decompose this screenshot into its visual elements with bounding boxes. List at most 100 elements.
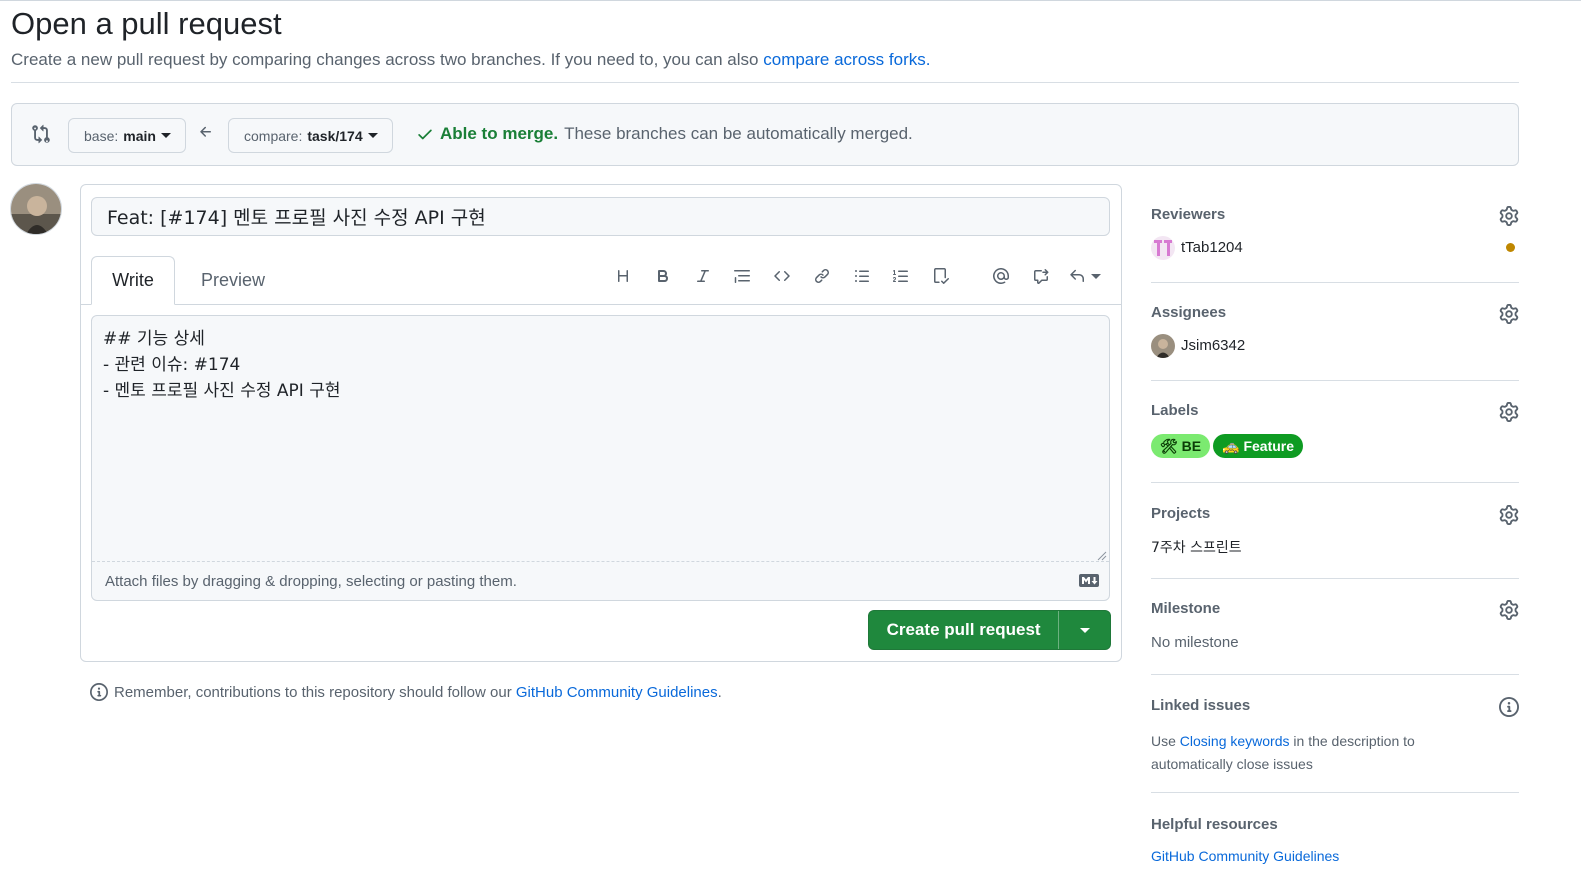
heading-icon[interactable] xyxy=(611,264,635,288)
closing-keywords-link[interactable]: Closing keywords xyxy=(1180,733,1290,749)
tasklist-icon[interactable] xyxy=(929,264,953,288)
label-be[interactable]: 🛠 BE xyxy=(1151,434,1211,458)
info-icon[interactable] xyxy=(1499,697,1519,722)
compare-value: task/174 xyxy=(307,127,363,144)
compare-forks-link[interactable]: compare across forks. xyxy=(763,50,930,69)
section-divider xyxy=(1151,674,1519,675)
section-divider xyxy=(1151,578,1519,579)
link-icon[interactable] xyxy=(810,264,834,288)
subtitle-text: Create a new pull request by comparing c… xyxy=(11,50,759,69)
pending-review-dot xyxy=(1506,243,1515,252)
divider xyxy=(11,82,1519,83)
sidebar-reviewers: Reviewers tTab1204 xyxy=(1151,206,1519,286)
note-text: Remember, contributions to this reposito… xyxy=(114,683,512,701)
branch-range-bar: base: main compare: task/174 Able to mer… xyxy=(11,103,1519,166)
assignee-avatar xyxy=(1151,334,1175,358)
git-compare-icon xyxy=(31,124,51,149)
gear-icon[interactable] xyxy=(1499,505,1519,530)
reviewer-name: tTab1204 xyxy=(1181,238,1243,256)
pull-request-form: Write Preview xyxy=(80,184,1122,662)
tab-write[interactable]: Write xyxy=(91,256,175,305)
saved-replies-icon[interactable] xyxy=(1069,264,1109,288)
tabs-divider xyxy=(81,304,1121,305)
merge-ok-text: Able to merge. xyxy=(440,124,559,143)
section-divider xyxy=(1151,380,1519,381)
reviewers-title[interactable]: Reviewers xyxy=(1151,206,1519,223)
note-end: . xyxy=(717,683,722,701)
top-border xyxy=(0,0,1581,1)
helpful-guidelines-link[interactable]: GitHub Community Guidelines xyxy=(1151,848,1339,864)
compare-branch-select[interactable]: compare: task/174 xyxy=(228,118,393,153)
labels-list: 🛠 BE 🚕 Feature xyxy=(1151,434,1306,458)
assignee-name: Jsim6342 xyxy=(1181,336,1246,354)
projects-title[interactable]: Projects xyxy=(1151,505,1519,522)
pr-body-editor[interactable]: ## 기능 상세 - 관련 이슈: #174 - 멘토 프로필 사진 수정 AP… xyxy=(91,315,1110,601)
community-guidelines-link[interactable]: GitHub Community Guidelines xyxy=(516,684,718,701)
linked-post: in the description to xyxy=(1293,733,1415,749)
gear-icon[interactable] xyxy=(1499,304,1519,329)
attach-files-hint[interactable]: Attach files by dragging & dropping, sel… xyxy=(105,573,517,590)
italic-icon[interactable] xyxy=(691,264,715,288)
sidebar-linked-issues: Linked issues Use Closing keywords in th… xyxy=(1151,697,1519,797)
label-feature[interactable]: 🚕 Feature xyxy=(1213,434,1304,458)
gear-icon[interactable] xyxy=(1499,206,1519,231)
cross-reference-icon[interactable] xyxy=(1029,264,1053,288)
quote-icon[interactable] xyxy=(730,264,754,288)
linked-pre: Use xyxy=(1151,733,1176,749)
sidebar-milestone: Milestone No milestone xyxy=(1151,600,1519,680)
caret-down-icon xyxy=(367,133,378,138)
user-avatar[interactable] xyxy=(10,183,62,235)
page-title: Open a pull request xyxy=(11,6,282,41)
base-branch-select[interactable]: base: main xyxy=(68,118,186,153)
section-divider xyxy=(1151,282,1519,283)
check-icon xyxy=(418,129,432,140)
section-divider xyxy=(1151,792,1519,793)
helpful-resources-title: Helpful resources xyxy=(1151,816,1278,833)
create-pull-request-label: Create pull request xyxy=(886,620,1041,639)
labels-title[interactable]: Labels xyxy=(1151,402,1519,419)
page-subtitle: Create a new pull request by comparing c… xyxy=(11,50,930,70)
merge-detail-text: These branches can be automatically merg… xyxy=(564,124,913,143)
milestone-value: No milestone xyxy=(1151,634,1239,651)
arrow-left-icon xyxy=(198,124,214,145)
ordered-list-icon[interactable] xyxy=(889,264,913,288)
assignee-item[interactable]: Jsim6342 xyxy=(1151,334,1245,358)
tools-icon: 🛠 xyxy=(1160,437,1178,454)
project-value[interactable]: 7주차 스프린트 xyxy=(1151,537,1242,557)
unordered-list-icon[interactable] xyxy=(850,264,874,288)
section-divider xyxy=(1151,482,1519,483)
linked-line2: automatically close issues xyxy=(1151,756,1313,772)
pr-title-input[interactable] xyxy=(91,197,1110,236)
sidebar-projects: Projects 7주차 스프린트 xyxy=(1151,505,1519,585)
linked-issues-title: Linked issues xyxy=(1151,697,1251,714)
compare-key: compare: xyxy=(244,127,303,144)
label-feature-text: Feature xyxy=(1243,438,1295,454)
merge-status: Able to merge. These branches can be aut… xyxy=(416,124,913,144)
sidebar-helpful-resources: Helpful resources GitHub Community Guide… xyxy=(1151,816,1519,876)
info-icon xyxy=(90,683,108,701)
gear-icon[interactable] xyxy=(1499,402,1519,427)
gear-icon[interactable] xyxy=(1499,600,1519,625)
caret-down-icon xyxy=(1079,627,1090,633)
create-pull-request-button[interactable]: Create pull request xyxy=(868,610,1111,650)
markdown-icon[interactable] xyxy=(1079,574,1099,592)
assignees-title[interactable]: Assignees xyxy=(1151,304,1519,321)
editor-divider xyxy=(92,561,1109,562)
code-icon[interactable] xyxy=(770,264,794,288)
sidebar-assignees: Assignees Jsim6342 xyxy=(1151,304,1519,384)
caret-down-icon xyxy=(160,133,171,138)
pr-body-text[interactable]: ## 기능 상세 - 관련 이슈: #174 - 멘토 프로필 사진 수정 AP… xyxy=(103,326,341,404)
taxi-icon: 🚕 xyxy=(1222,437,1240,454)
label-be-text: BE xyxy=(1181,438,1202,454)
bold-icon[interactable] xyxy=(651,264,675,288)
milestone-title[interactable]: Milestone xyxy=(1151,600,1519,617)
reviewer-avatar xyxy=(1151,236,1175,260)
base-key: base: xyxy=(84,127,119,144)
contribution-note: Remember, contributions to this reposito… xyxy=(90,683,722,701)
tab-preview[interactable]: Preview xyxy=(181,256,285,305)
reviewer-item[interactable]: tTab1204 xyxy=(1151,236,1243,260)
base-value: main xyxy=(123,127,156,144)
create-options-dropdown[interactable] xyxy=(1059,627,1110,633)
mention-icon[interactable] xyxy=(989,264,1013,288)
resize-handle-icon[interactable] xyxy=(1097,548,1107,566)
